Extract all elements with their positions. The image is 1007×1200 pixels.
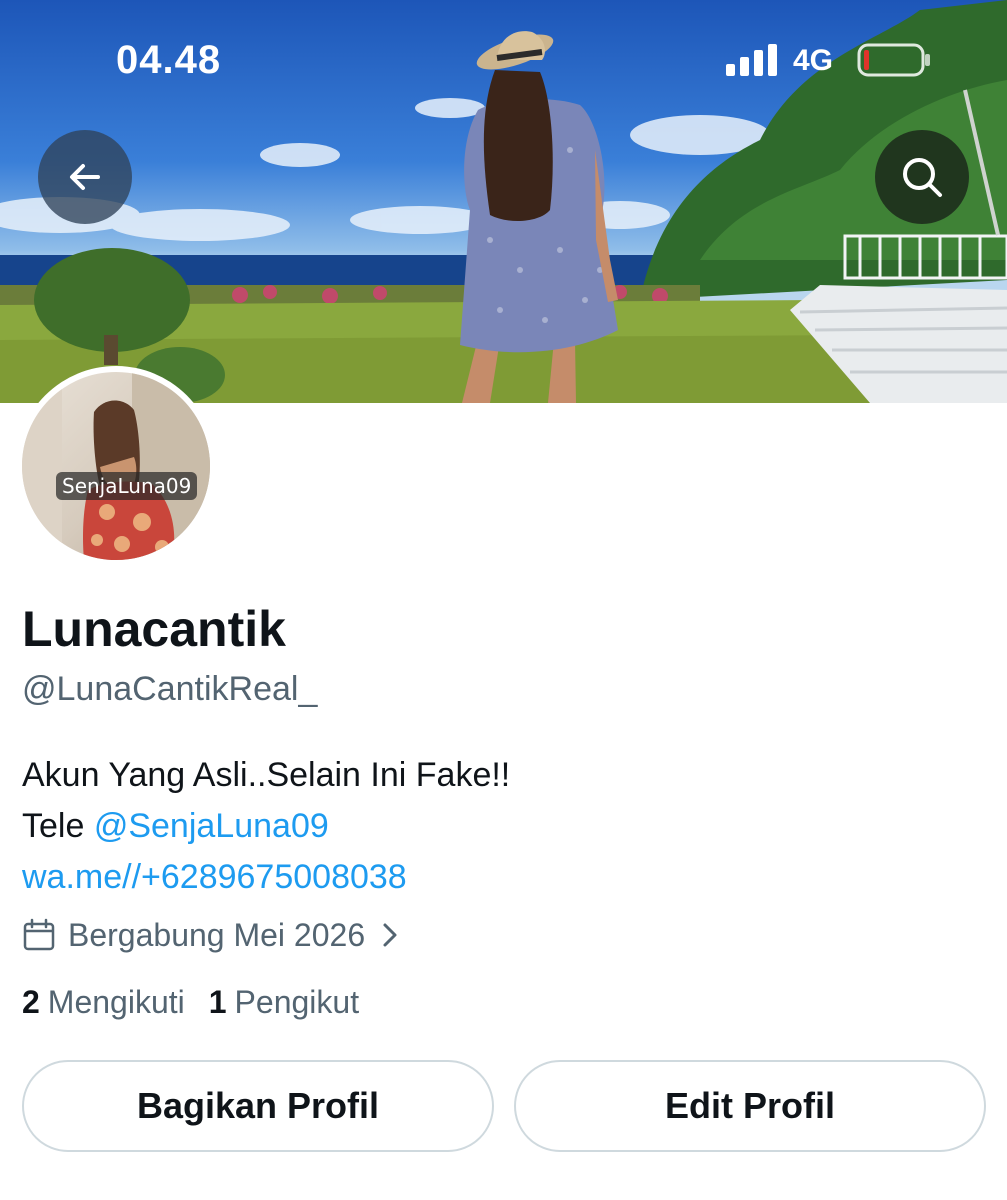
avatar-image: SenjaLuna09	[22, 372, 210, 560]
joined-date[interactable]: Bergabung Mei 2026	[22, 913, 401, 957]
back-button[interactable]	[38, 130, 132, 224]
followers-stat[interactable]: 1 Pengikut	[209, 984, 359, 1021]
follow-stats: 2 Mengikuti 1 Pengikut	[22, 984, 383, 1021]
share-profile-button[interactable]: Bagikan Profil	[22, 1060, 494, 1152]
telegram-mention-link[interactable]: @SenjaLuna09	[94, 807, 329, 845]
search-icon	[903, 158, 942, 197]
battery-low-icon	[857, 43, 930, 77]
user-handle: @LunaCantikReal_	[22, 670, 318, 708]
arrow-left-icon	[70, 164, 100, 190]
edit-profile-button[interactable]: Edit Profil	[514, 1060, 986, 1152]
network-type: 4G	[793, 44, 834, 77]
avatar-watermark: SenjaLuna09	[56, 472, 198, 500]
chevron-right-icon	[383, 923, 397, 947]
status-bar: 04.48 4G	[0, 0, 1007, 120]
bio-line: Akun Yang Asli..Selain Ini Fake!!	[22, 756, 511, 794]
avatar[interactable]: SenjaLuna09	[16, 366, 216, 566]
following-label: Mengikuti	[47, 984, 185, 1020]
search-button[interactable]	[875, 130, 969, 224]
followers-count: 1	[208, 984, 227, 1020]
whatsapp-link[interactable]: wa.me//+6289675008038	[22, 852, 510, 903]
bio-text: Tele	[22, 807, 94, 845]
calendar-icon	[23, 918, 55, 951]
profile-bio: Akun Yang Asli..Selain Ini Fake!! Tele @…	[22, 750, 510, 903]
display-name: Lunacantik	[22, 601, 286, 657]
signal-bars-icon	[726, 44, 777, 76]
followers-label: Pengikut	[234, 984, 360, 1020]
following-count: 2	[22, 984, 40, 1020]
joined-label: Bergabung Mei 2026	[68, 916, 366, 953]
bio-line: Tele @SenjaLuna09	[22, 801, 510, 852]
following-stat[interactable]: 2 Mengikuti	[22, 984, 185, 1021]
status-time: 04.48	[116, 38, 222, 82]
